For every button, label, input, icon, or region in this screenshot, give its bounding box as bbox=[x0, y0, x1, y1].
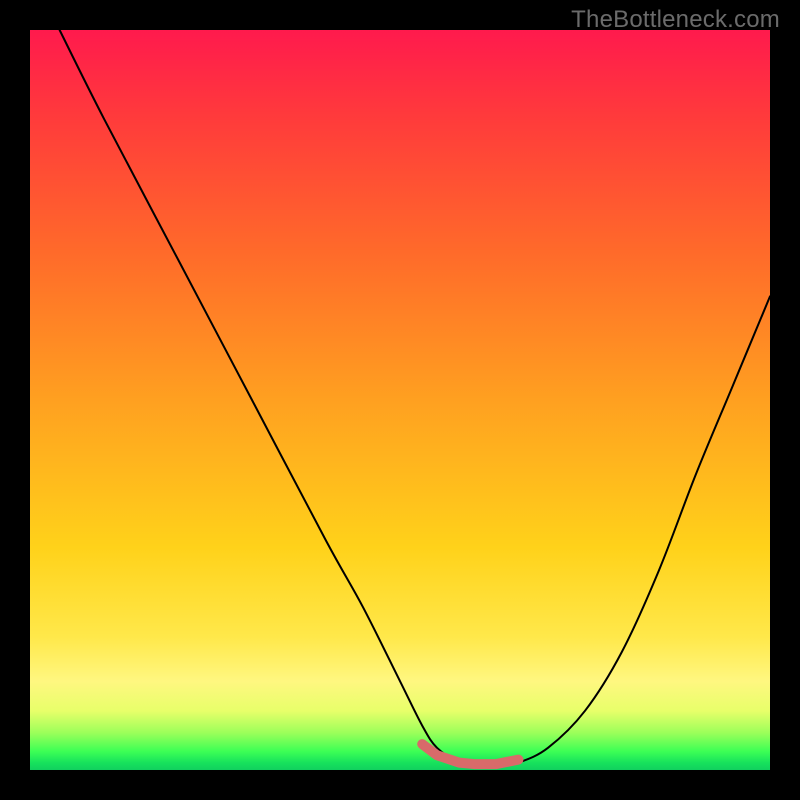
bottleneck-curve bbox=[60, 30, 770, 767]
plot-area bbox=[30, 30, 770, 770]
chart-frame: TheBottleneck.com bbox=[0, 0, 800, 800]
curve-layer bbox=[30, 30, 770, 770]
